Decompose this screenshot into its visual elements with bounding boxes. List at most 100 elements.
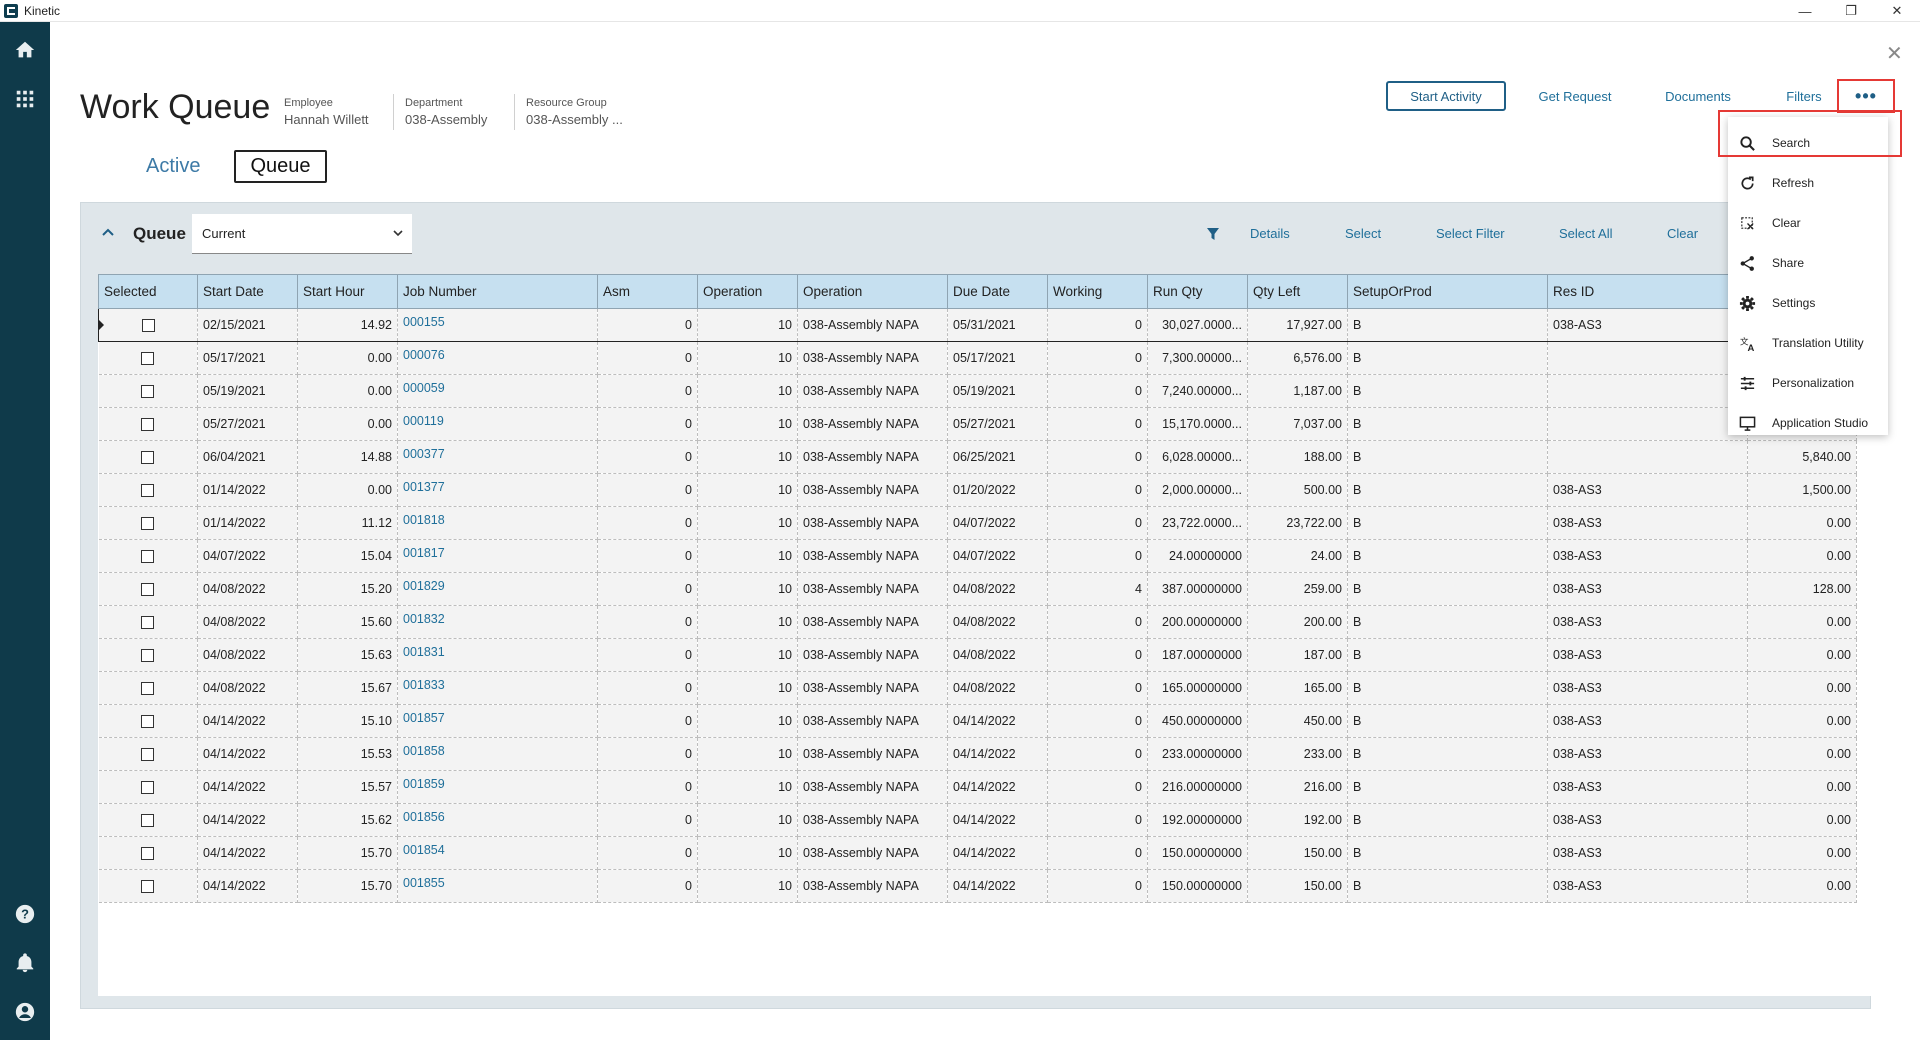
overflow-menu-button[interactable]: ••• [1837,79,1895,113]
row-select-cell[interactable] [98,770,198,804]
row-checkbox[interactable] [141,715,155,729]
row-checkbox[interactable] [141,583,155,597]
table-row[interactable]: 02/15/2021 14.92 000155 0 10 038-Assembly NAP… [98,308,1857,342]
job-number-link[interactable]: 001377 [397,473,598,507]
row-checkbox[interactable] [141,517,155,531]
help-icon[interactable]: ? [13,902,37,926]
column-header[interactable]: Working [1047,274,1148,309]
get-request-button[interactable]: Get Request [1530,81,1620,111]
row-select-cell[interactable] [98,473,198,507]
job-number-link[interactable]: 000155 [397,308,598,342]
table-row[interactable]: 01/14/2022 0.00 001377 0 10 038-Assembly NAPA… [98,473,1857,507]
job-number-link[interactable]: 001858 [397,737,598,771]
row-select-cell[interactable] [98,572,198,606]
menu-item-translation-utility[interactable]: 文 A Translation Utility [1728,323,1888,363]
table-row[interactable]: 05/27/2021 0.00 000119 0 10 038-Assembly NAPA… [98,407,1857,441]
window-close-button[interactable]: ✕ [1874,0,1920,22]
table-row[interactable]: 06/04/2021 14.88 000377 0 10 038-Assembly NAP… [98,440,1857,474]
table-row[interactable]: 04/14/2022 15.70 001854 0 10 038-Assembly NAP… [98,836,1857,870]
job-number-link[interactable]: 000076 [397,341,598,375]
clear-button[interactable]: Clear [1667,226,1698,241]
filters-button[interactable]: Filters [1776,81,1832,111]
row-select-cell[interactable] [98,737,198,771]
column-header[interactable]: Start Hour [297,274,398,309]
row-checkbox[interactable] [141,484,155,498]
row-checkbox[interactable] [141,814,155,828]
job-number-link[interactable]: 001817 [397,539,598,573]
job-number-link[interactable]: 001859 [397,770,598,804]
job-number-link[interactable]: 000377 [397,440,598,474]
table-row[interactable]: 04/14/2022 15.70 001855 0 10 038-Assembly NAP… [98,869,1857,903]
job-number-link[interactable]: 001855 [397,869,598,903]
job-number-link[interactable]: 001818 [397,506,598,540]
menu-item-refresh[interactable]: Refresh [1728,163,1888,203]
row-checkbox[interactable] [141,451,155,465]
job-number-link[interactable]: 000059 [397,374,598,408]
column-header[interactable]: Selected [98,274,198,309]
row-select-cell[interactable] [98,605,198,639]
user-icon[interactable] [13,1000,37,1024]
row-checkbox[interactable] [141,319,155,333]
table-row[interactable]: 05/17/2021 0.00 000076 0 10 038-Assembly NAPA… [98,341,1857,375]
home-icon[interactable] [13,38,37,62]
row-select-cell[interactable] [98,407,198,441]
tab-queue[interactable]: Queue [234,150,327,183]
job-number-link[interactable]: 001832 [397,605,598,639]
column-header[interactable]: SetupOrProd [1347,274,1548,309]
column-header[interactable]: Due Date [947,274,1048,309]
row-select-cell[interactable] [98,638,198,672]
job-number-link[interactable]: 001833 [397,671,598,705]
row-select-cell[interactable] [98,803,198,837]
row-checkbox[interactable] [141,550,155,564]
row-select-cell[interactable] [98,704,198,738]
row-select-cell[interactable] [98,308,198,342]
job-number-link[interactable]: 001831 [397,638,598,672]
row-checkbox[interactable] [141,649,155,663]
select-all-button[interactable]: Select All [1559,226,1612,241]
row-checkbox[interactable] [141,781,155,795]
row-select-cell[interactable] [98,506,198,540]
column-header[interactable]: Qty Left [1247,274,1348,309]
table-row[interactable]: 05/19/2021 0.00 000059 0 10 038-Assembly NAPA… [98,374,1857,408]
page-close-button[interactable]: ✕ [1886,44,1903,64]
row-checkbox[interactable] [141,418,155,432]
start-activity-button[interactable]: Start Activity [1386,81,1506,111]
table-row[interactable]: 04/08/2022 15.60 001832 0 10 038-Assembly NAP… [98,605,1857,639]
menu-item-settings[interactable]: Settings [1728,283,1888,323]
tab-active[interactable]: Active [132,151,214,182]
row-select-cell[interactable] [98,341,198,375]
table-row[interactable]: 04/14/2022 15.10 001857 0 10 038-Assembly NAP… [98,704,1857,738]
row-checkbox[interactable] [141,847,155,861]
row-select-cell[interactable] [98,869,198,903]
menu-item-share[interactable]: Share [1728,243,1888,283]
table-row[interactable]: 01/14/2022 11.12 001818 0 10 038-Assembly NAP… [98,506,1857,540]
row-select-cell[interactable] [98,539,198,573]
column-header[interactable]: Asm [597,274,698,309]
column-header[interactable]: Run Qty [1147,274,1248,309]
row-checkbox[interactable] [141,616,155,630]
table-row[interactable]: 04/14/2022 15.57 001859 0 10 038-Assembly NAP… [98,770,1857,804]
row-select-cell[interactable] [98,836,198,870]
table-row[interactable]: 04/14/2022 15.53 001858 0 10 038-Assembly NAP… [98,737,1857,771]
row-select-cell[interactable] [98,440,198,474]
restore-button[interactable]: ❐ [1828,0,1874,22]
job-number-link[interactable]: 001856 [397,803,598,837]
table-row[interactable]: 04/14/2022 15.62 001856 0 10 038-Assembly NAP… [98,803,1857,837]
column-header[interactable]: Operation [797,274,948,309]
column-header[interactable]: Operation [697,274,798,309]
minimize-button[interactable]: — [1782,0,1828,22]
job-number-link[interactable]: 001829 [397,572,598,606]
job-number-link[interactable]: 001857 [397,704,598,738]
table-row[interactable]: 04/08/2022 15.67 001833 0 10 038-Assembly NAP… [98,671,1857,705]
row-checkbox[interactable] [141,682,155,696]
menu-item-personalization[interactable]: Personalization [1728,363,1888,403]
menu-item-application-studio[interactable]: Application Studio [1728,403,1888,443]
row-checkbox[interactable] [141,385,155,399]
filter-icon[interactable] [1206,227,1220,241]
row-select-cell[interactable] [98,671,198,705]
select-button[interactable]: Select [1345,226,1381,241]
column-header[interactable]: Start Date [197,274,298,309]
job-number-link[interactable]: 000119 [397,407,598,441]
row-checkbox[interactable] [141,880,155,894]
row-checkbox[interactable] [141,352,155,366]
